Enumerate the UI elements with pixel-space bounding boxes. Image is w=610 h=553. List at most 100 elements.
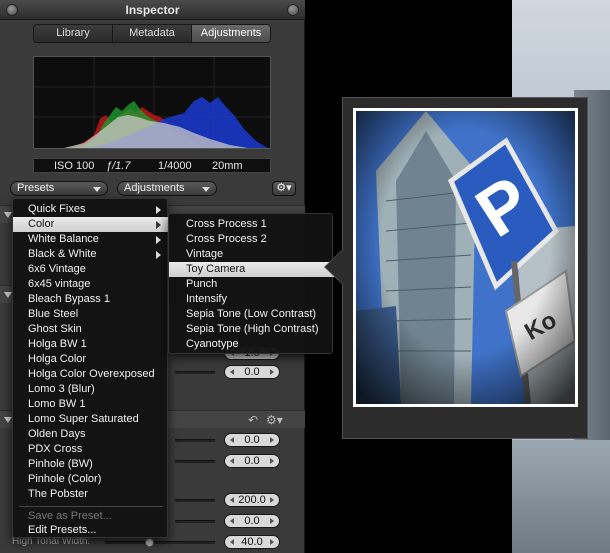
decrement-arrow-icon[interactable] — [230, 458, 234, 464]
slider-knob[interactable] — [145, 538, 154, 547]
exif-focal-length: 20mm — [212, 159, 243, 172]
decrement-arrow-icon[interactable] — [230, 518, 234, 524]
zoom-button[interactable] — [287, 4, 299, 16]
submenu-item-toy-camera[interactable]: Toy Camera — [169, 262, 334, 277]
disclosure-triangle-icon[interactable] — [4, 417, 12, 423]
decrement-arrow-icon[interactable] — [230, 437, 234, 443]
value-text: 200.0 — [238, 494, 266, 506]
preview-thumbnail-frame: P Ko — [353, 108, 578, 407]
value-field[interactable]: 0.0 — [224, 365, 280, 379]
increment-arrow-icon[interactable] — [270, 458, 274, 464]
chevron-down-icon — [202, 187, 210, 192]
submenu-item-cyanotype[interactable]: Cyanotype — [169, 337, 334, 352]
menu-item-quick-fixes[interactable]: Quick Fixes — [13, 202, 169, 217]
background-building-base — [512, 440, 610, 553]
value-field[interactable]: 0.0 — [224, 514, 280, 528]
tab-library[interactable]: Library — [34, 25, 113, 42]
submenu-item-intensify[interactable]: Intensify — [169, 292, 334, 307]
submenu-arrow-icon — [156, 206, 161, 214]
slider-track[interactable] — [175, 439, 215, 442]
slider-track[interactable] — [175, 460, 215, 463]
value-field[interactable]: 0.0 — [224, 433, 280, 447]
exif-iso: ISO 100 — [54, 159, 95, 172]
increment-arrow-icon[interactable] — [270, 437, 274, 443]
menu-item-preset[interactable]: Ghost Skin — [13, 322, 169, 337]
menu-item-preset[interactable]: Pinhole (Color) — [13, 472, 169, 487]
menu-item-preset[interactable]: Olden Days — [13, 427, 169, 442]
increment-arrow-icon[interactable] — [270, 518, 274, 524]
gear-icon[interactable]: ⚙▾ — [266, 413, 283, 427]
menu-item-color[interactable]: Color — [13, 217, 169, 232]
menu-item-white-balance[interactable]: White Balance — [13, 232, 169, 247]
menu-item-save-as-preset: Save as Preset... — [28, 510, 112, 522]
increment-arrow-icon[interactable] — [270, 497, 274, 503]
menu-item-black-white[interactable]: Black & White — [13, 247, 169, 262]
disclosure-triangle-icon[interactable] — [4, 292, 12, 298]
value-field[interactable]: 40.0 — [224, 535, 280, 549]
submenu-item-cross-process-2[interactable]: Cross Process 2 — [169, 232, 334, 247]
value-field[interactable]: 0.0 — [224, 454, 280, 468]
menu-item-preset[interactable]: 6x45 vintage — [13, 277, 169, 292]
exif-bar: ISO 100 ƒ/1.7 1/4000 20mm — [33, 158, 271, 173]
menu-item-label: Color — [28, 218, 55, 230]
window-title: Inspector — [125, 3, 180, 17]
menu-item-preset[interactable]: The Pobster — [13, 487, 169, 502]
increment-arrow-icon[interactable] — [270, 539, 274, 545]
menu-item-label: Quick Fixes — [28, 203, 86, 215]
value-text: 0.0 — [244, 434, 260, 446]
slider-track[interactable] — [175, 371, 215, 374]
preview-pointer — [325, 250, 343, 284]
presets-menu: Quick Fixes Color White Balance Black & … — [12, 198, 169, 538]
menu-item-edit-presets[interactable]: Edit Presets... — [13, 523, 169, 538]
adjustments-popup-label: Adjustments — [124, 182, 185, 194]
increment-arrow-icon[interactable] — [270, 369, 274, 375]
decrement-arrow-icon[interactable] — [230, 539, 234, 545]
submenu-item-sepia-high[interactable]: Sepia Tone (High Contrast) — [169, 322, 334, 337]
value-field[interactable]: 200.0 — [224, 493, 280, 507]
submenu-item-punch[interactable]: Punch — [169, 277, 334, 292]
menu-item-preset[interactable]: Lomo BW 1 — [13, 397, 169, 412]
histogram-graph — [34, 57, 270, 148]
submenu-arrow-icon — [156, 236, 161, 244]
value-text: 40.0 — [241, 536, 263, 548]
menu-item-preset[interactable]: Blue Steel — [13, 307, 169, 322]
submenu-item-cross-process-1[interactable]: Cross Process 1 — [169, 217, 334, 232]
menu-item-preset[interactable]: Bleach Bypass 1 — [13, 292, 169, 307]
menu-separator — [19, 506, 163, 507]
exif-shutter: 1/4000 — [158, 159, 192, 172]
decrement-arrow-icon[interactable] — [230, 369, 234, 375]
tab-metadata[interactable]: Metadata — [113, 25, 192, 42]
exif-aperture: ƒ/1.7 — [106, 159, 131, 172]
title-bar[interactable]: Inspector — [0, 0, 305, 20]
tab-adjustments[interactable]: Adjustments — [192, 25, 270, 42]
menu-item-preset[interactable]: 6x6 Vintage — [13, 262, 169, 277]
submenu-item-sepia-low[interactable]: Sepia Tone (Low Contrast) — [169, 307, 334, 322]
presets-popup[interactable]: Presets — [10, 181, 108, 196]
adjustments-popup[interactable]: Adjustments — [117, 181, 217, 196]
slider-track[interactable] — [175, 499, 215, 502]
submenu-item-vintage[interactable]: Vintage — [169, 247, 334, 262]
slider-track[interactable] — [105, 541, 215, 544]
reset-icon[interactable]: ↶ — [248, 413, 258, 427]
inspector-tabs: Library Metadata Adjustments — [33, 24, 271, 43]
preview-thumbnail-image: P Ko — [356, 111, 575, 404]
disclosure-triangle-icon[interactable] — [4, 212, 12, 218]
submenu-arrow-icon — [156, 251, 161, 259]
menu-item-preset[interactable]: Pinhole (BW) — [13, 457, 169, 472]
decrement-arrow-icon[interactable] — [230, 497, 234, 503]
menu-item-preset[interactable]: Lomo 3 (Blur) — [13, 382, 169, 397]
menu-item-preset[interactable]: PDX Cross — [13, 442, 169, 457]
slider-track[interactable] — [175, 520, 215, 523]
value-text: 0.0 — [244, 366, 260, 378]
submenu-arrow-icon — [156, 221, 161, 229]
menu-item-preset[interactable]: Holga Color — [13, 352, 169, 367]
value-text: 0.0 — [244, 515, 260, 527]
action-gear-button[interactable]: ⚙▾ — [272, 181, 296, 196]
menu-item-preset[interactable]: Lomo Super Saturated — [13, 412, 169, 427]
menu-item-preset[interactable]: Holga BW 1 — [13, 337, 169, 352]
preview-photo-illustration: P Ko — [356, 111, 575, 404]
menu-item-label: Black & White — [28, 248, 97, 260]
menu-item-label: White Balance — [28, 233, 99, 245]
value-text: 0.0 — [244, 455, 260, 467]
menu-item-preset[interactable]: Holga Color Overexposed — [13, 367, 169, 382]
